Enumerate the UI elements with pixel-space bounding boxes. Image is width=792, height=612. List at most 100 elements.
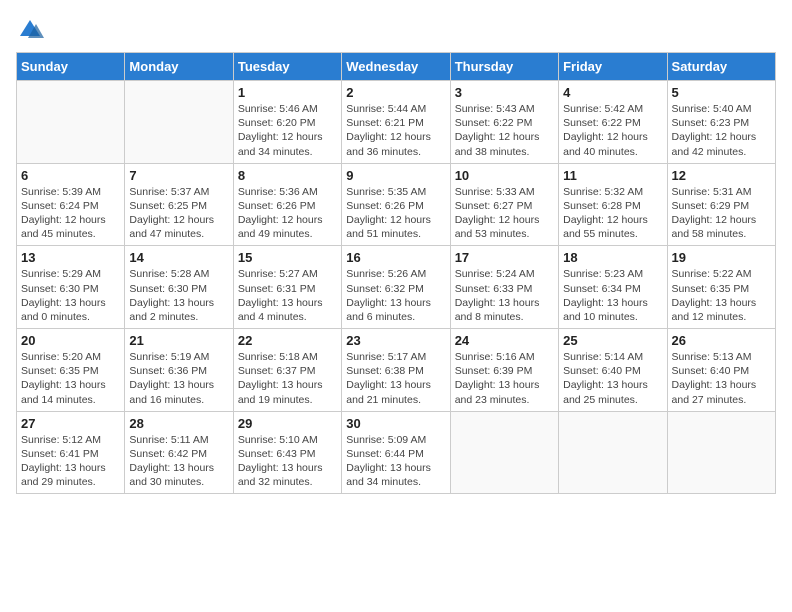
day-info: Sunrise: 5:13 AMSunset: 6:40 PMDaylight:… [672, 350, 771, 407]
day-number: 29 [238, 416, 337, 431]
day-info: Sunrise: 5:46 AMSunset: 6:20 PMDaylight:… [238, 102, 337, 159]
day-info: Sunrise: 5:32 AMSunset: 6:28 PMDaylight:… [563, 185, 662, 242]
day-info: Sunrise: 5:35 AMSunset: 6:26 PMDaylight:… [346, 185, 445, 242]
calendar-cell: 21Sunrise: 5:19 AMSunset: 6:36 PMDayligh… [125, 329, 233, 412]
day-of-week-header: Monday [125, 53, 233, 81]
day-number: 14 [129, 250, 228, 265]
day-number: 4 [563, 85, 662, 100]
calendar-cell: 26 Sunrise: 5:13 AMSunset: 6:40 PMDayligh… [667, 329, 775, 412]
calendar-week-row: 6 Sunrise: 5:39 AMSunset: 6:24 PMDaylight… [17, 163, 776, 246]
calendar-cell: 15 Sunrise: 5:27 AMSunset: 6:31 PMDayligh… [233, 246, 341, 329]
day-number: 30 [346, 416, 445, 431]
calendar-week-row: 20 Sunrise: 5:20 AMSunset: 6:35 PMDayligh… [17, 329, 776, 412]
day-info: Sunrise: 5:12 AMSunset: 6:41 PMDaylight:… [21, 433, 120, 490]
day-info: Sunrise: 5:14 AMSunset: 6:40 PMDaylight:… [563, 350, 662, 407]
day-number: 22 [238, 333, 337, 348]
day-info: Sunrise: 5:43 AMSunset: 6:22 PMDaylight:… [455, 102, 554, 159]
day-of-week-header: Wednesday [342, 53, 450, 81]
calendar-cell: 23 Sunrise: 5:17 AMSunset: 6:38 PMDayligh… [342, 329, 450, 412]
day-number: 2 [346, 85, 445, 100]
days-header-row: SundayMondayTuesdayWednesdayThursdayFrid… [17, 53, 776, 81]
logo-icon [16, 16, 44, 44]
logo [16, 16, 48, 44]
day-number: 17 [455, 250, 554, 265]
day-number: 8 [238, 168, 337, 183]
day-info: Sunrise: 5:42 AMSunset: 6:22 PMDaylight:… [563, 102, 662, 159]
calendar-cell: 30 Sunrise: 5:09 AMSunset: 6:44 PMDayligh… [342, 411, 450, 494]
calendar-cell [450, 411, 558, 494]
calendar-cell: 18 Sunrise: 5:23 AMSunset: 6:34 PMDayligh… [559, 246, 667, 329]
day-number: 16 [346, 250, 445, 265]
calendar-cell: 17 Sunrise: 5:24 AMSunset: 6:33 PMDayligh… [450, 246, 558, 329]
day-number: 23 [346, 333, 445, 348]
calendar-cell: 9 Sunrise: 5:35 AMSunset: 6:26 PMDaylight… [342, 163, 450, 246]
calendar-cell: 19 Sunrise: 5:22 AMSunset: 6:35 PMDayligh… [667, 246, 775, 329]
day-info: Sunrise: 5:36 AMSunset: 6:26 PMDaylight:… [238, 185, 337, 242]
day-info: Sunrise: 5:09 AMSunset: 6:44 PMDaylight:… [346, 433, 445, 490]
day-number: 1 [238, 85, 337, 100]
day-number: 13 [21, 250, 120, 265]
day-of-week-header: Thursday [450, 53, 558, 81]
calendar-cell: 20 Sunrise: 5:20 AMSunset: 6:35 PMDayligh… [17, 329, 125, 412]
calendar-cell: 5 Sunrise: 5:40 AMSunset: 6:23 PMDaylight… [667, 81, 775, 164]
calendar-week-row: 27 Sunrise: 5:12 AMSunset: 6:41 PMDayligh… [17, 411, 776, 494]
day-number: 11 [563, 168, 662, 183]
day-info: Sunrise: 5:11 AMSunset: 6:42 PMDaylight:… [129, 433, 228, 490]
calendar-cell: 29 Sunrise: 5:10 AMSunset: 6:43 PMDayligh… [233, 411, 341, 494]
calendar-cell: 28Sunrise: 5:11 AMSunset: 6:42 PMDayligh… [125, 411, 233, 494]
day-number: 26 [672, 333, 771, 348]
calendar-cell [125, 81, 233, 164]
calendar-cell: 16 Sunrise: 5:26 AMSunset: 6:32 PMDayligh… [342, 246, 450, 329]
calendar-cell: 3Sunrise: 5:43 AMSunset: 6:22 PMDaylight… [450, 81, 558, 164]
day-number: 27 [21, 416, 120, 431]
calendar-cell: 4 Sunrise: 5:42 AMSunset: 6:22 PMDaylight… [559, 81, 667, 164]
calendar-cell: 8 Sunrise: 5:36 AMSunset: 6:26 PMDaylight… [233, 163, 341, 246]
day-number: 9 [346, 168, 445, 183]
day-info: Sunrise: 5:23 AMSunset: 6:34 PMDaylight:… [563, 267, 662, 324]
calendar-cell: 1 Sunrise: 5:46 AMSunset: 6:20 PMDaylight… [233, 81, 341, 164]
calendar-cell: 6 Sunrise: 5:39 AMSunset: 6:24 PMDaylight… [17, 163, 125, 246]
day-info: Sunrise: 5:27 AMSunset: 6:31 PMDaylight:… [238, 267, 337, 324]
day-info: Sunrise: 5:16 AMSunset: 6:39 PMDaylight:… [455, 350, 554, 407]
day-number: 20 [21, 333, 120, 348]
day-number: 6 [21, 168, 120, 183]
day-info: Sunrise: 5:37 AMSunset: 6:25 PMDaylight:… [129, 185, 228, 242]
day-number: 10 [455, 168, 554, 183]
calendar-cell: 7 Sunrise: 5:37 AMSunset: 6:25 PMDaylight… [125, 163, 233, 246]
day-info: Sunrise: 5:33 AMSunset: 6:27 PMDaylight:… [455, 185, 554, 242]
day-number: 25 [563, 333, 662, 348]
day-info: Sunrise: 5:28 AMSunset: 6:30 PMDaylight:… [129, 267, 228, 324]
day-number: 5 [672, 85, 771, 100]
day-number: 19 [672, 250, 771, 265]
day-info: Sunrise: 5:26 AMSunset: 6:32 PMDaylight:… [346, 267, 445, 324]
day-number: 24 [455, 333, 554, 348]
day-number: 12 [672, 168, 771, 183]
day-of-week-header: Tuesday [233, 53, 341, 81]
day-info: Sunrise: 5:31 AMSunset: 6:29 PMDaylight:… [672, 185, 771, 242]
day-of-week-header: Friday [559, 53, 667, 81]
day-info: Sunrise: 5:10 AMSunset: 6:43 PMDaylight:… [238, 433, 337, 490]
calendar-cell: 14 Sunrise: 5:28 AMSunset: 6:30 PMDayligh… [125, 246, 233, 329]
calendar-cell: 11 Sunrise: 5:32 AMSunset: 6:28 PMDayligh… [559, 163, 667, 246]
day-info: Sunrise: 5:17 AMSunset: 6:38 PMDaylight:… [346, 350, 445, 407]
day-of-week-header: Saturday [667, 53, 775, 81]
day-info: Sunrise: 5:20 AMSunset: 6:35 PMDaylight:… [21, 350, 120, 407]
calendar-cell: 10 Sunrise: 5:33 AMSunset: 6:27 PMDayligh… [450, 163, 558, 246]
day-info: Sunrise: 5:22 AMSunset: 6:35 PMDaylight:… [672, 267, 771, 324]
day-info: Sunrise: 5:29 AMSunset: 6:30 PMDaylight:… [21, 267, 120, 324]
day-number: 15 [238, 250, 337, 265]
day-number: 21 [129, 333, 228, 348]
day-info: Sunrise: 5:24 AMSunset: 6:33 PMDaylight:… [455, 267, 554, 324]
day-number: 7 [129, 168, 228, 183]
calendar-cell: 25 Sunrise: 5:14 AMSunset: 6:40 PMDayligh… [559, 329, 667, 412]
calendar-cell: 12 Sunrise: 5:31 AMSunset: 6:29 PMDayligh… [667, 163, 775, 246]
calendar-cell: 24 Sunrise: 5:16 AMSunset: 6:39 PMDayligh… [450, 329, 558, 412]
day-number: 18 [563, 250, 662, 265]
calendar-week-row: 13 Sunrise: 5:29 AMSunset: 6:30 PMDayligh… [17, 246, 776, 329]
calendar-cell: 27 Sunrise: 5:12 AMSunset: 6:41 PMDayligh… [17, 411, 125, 494]
day-info: Sunrise: 5:39 AMSunset: 6:24 PMDaylight:… [21, 185, 120, 242]
calendar-cell: 22Sunrise: 5:18 AMSunset: 6:37 PMDayligh… [233, 329, 341, 412]
calendar-cell: 2Sunrise: 5:44 AMSunset: 6:21 PMDaylight… [342, 81, 450, 164]
calendar-cell: 13 Sunrise: 5:29 AMSunset: 6:30 PMDayligh… [17, 246, 125, 329]
day-info: Sunrise: 5:40 AMSunset: 6:23 PMDaylight:… [672, 102, 771, 159]
